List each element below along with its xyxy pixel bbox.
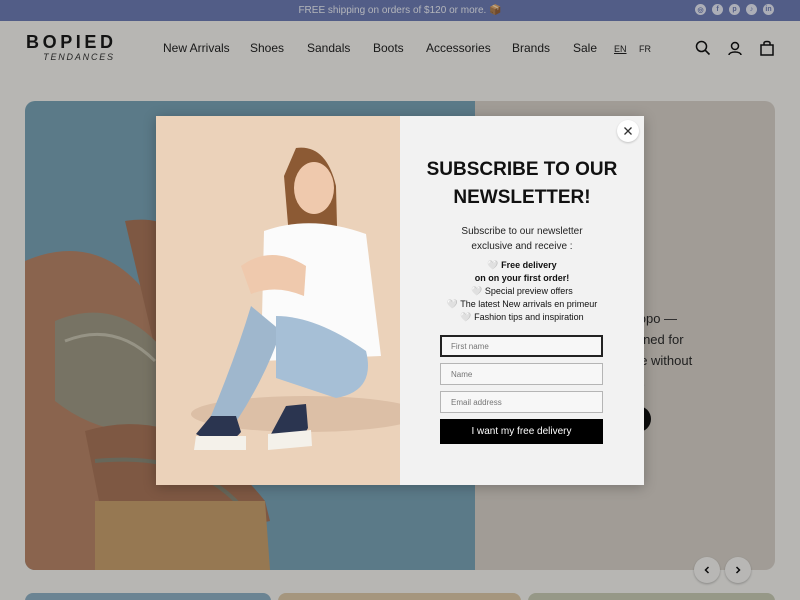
- perk-preview: 🤍 Special preview offers: [471, 286, 573, 296]
- modal-title-line: SUBSCRIBE TO OUR: [426, 159, 618, 180]
- perk-arrivals: 🤍 The latest New arrivals en primeur: [446, 299, 598, 309]
- subscribe-button[interactable]: I want my free delivery: [440, 419, 603, 444]
- modal-subtitle-line: exclusive and receive :: [471, 241, 573, 252]
- modal-title-line: NEWSLETTER!: [453, 187, 591, 208]
- modal-subtitle: Subscribe to our newsletter exclusive an…: [422, 224, 622, 254]
- name-field[interactable]: [440, 363, 603, 385]
- model-photo-illustration: [156, 116, 400, 485]
- first-name-field[interactable]: [440, 335, 603, 357]
- newsletter-modal: SUBSCRIBE TO OUR NEWSLETTER! Subscribe t…: [156, 116, 644, 485]
- perk-delivery: 🤍 Free delivery: [487, 260, 557, 270]
- close-icon: [624, 127, 632, 135]
- perk-delivery-detail: on on your first order!: [474, 273, 570, 283]
- perks-list: 🤍 Free delivery on on your first order! …: [426, 259, 618, 324]
- email-field[interactable]: [440, 391, 603, 413]
- perk-tips: 🤍 Fashion tips and inspiration: [460, 312, 584, 322]
- model-photo: [156, 116, 400, 485]
- close-modal-button[interactable]: [617, 120, 639, 142]
- modal-title: SUBSCRIBE TO OUR NEWSLETTER!: [422, 156, 622, 212]
- modal-subtitle-line: Subscribe to our newsletter: [461, 226, 583, 237]
